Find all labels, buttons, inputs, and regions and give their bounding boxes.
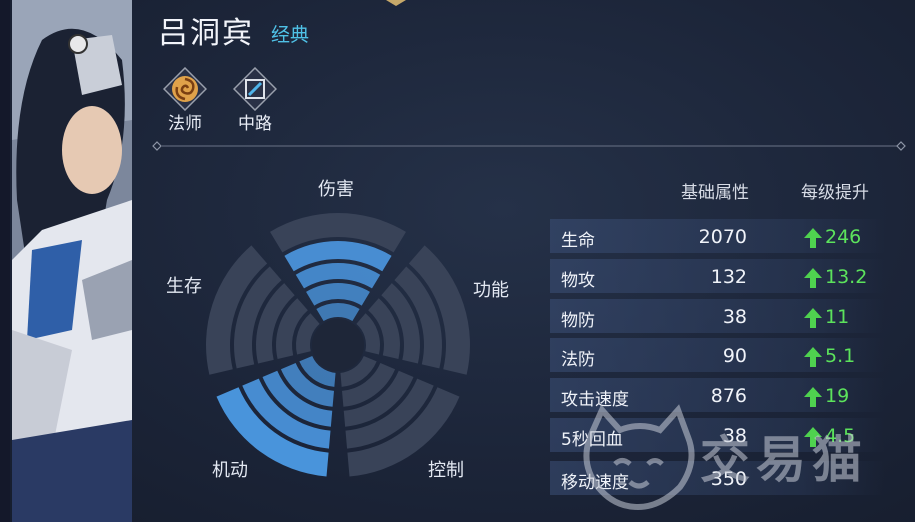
stat-base-value: 132 xyxy=(710,266,747,288)
axis-label-mobility: 机动 xyxy=(212,460,248,481)
stat-row-phys-atk: 物攻 132 13.2 xyxy=(550,259,890,295)
axis-label-control: 控制 xyxy=(428,460,464,481)
stat-base-value: 2070 xyxy=(698,226,747,248)
wheel-segment-damage-1 xyxy=(316,303,360,321)
stat-row-magic-def: 法防 90 5.1 xyxy=(550,338,890,374)
axis-label-utility: 功能 xyxy=(473,280,509,301)
stat-growth-value: 13.2 xyxy=(825,266,868,288)
up-arrow-icon xyxy=(804,268,822,288)
stat-base-value: 38 xyxy=(722,306,747,328)
up-arrow-icon xyxy=(804,228,822,248)
stat-name: 生命 xyxy=(561,231,595,251)
axis-label-damage: 伤害 xyxy=(318,179,354,200)
up-arrow-icon xyxy=(804,347,822,367)
stat-growth-value: 11 xyxy=(825,306,850,328)
stat-base-value: 90 xyxy=(722,345,747,367)
wheel-segment-damage-2 xyxy=(306,282,370,306)
wheel-center xyxy=(312,319,364,371)
stat-row-hp: 生命 2070 246 xyxy=(550,219,890,255)
up-arrow-icon xyxy=(804,308,822,328)
stat-name: 物攻 xyxy=(561,271,595,291)
watermark-text: 交易猫 xyxy=(700,431,868,489)
stat-growth-value: 5.1 xyxy=(825,345,856,367)
axis-label-survival: 生存 xyxy=(166,276,202,297)
header-growth-per-level: 每级提升 xyxy=(801,183,869,203)
stat-name: 物防 xyxy=(561,311,595,331)
stat-growth-value: 246 xyxy=(825,226,862,248)
stat-row-phys-def: 物防 38 11 xyxy=(550,299,890,335)
stat-name: 法防 xyxy=(561,350,595,370)
header-base-stats: 基础属性 xyxy=(681,183,749,203)
